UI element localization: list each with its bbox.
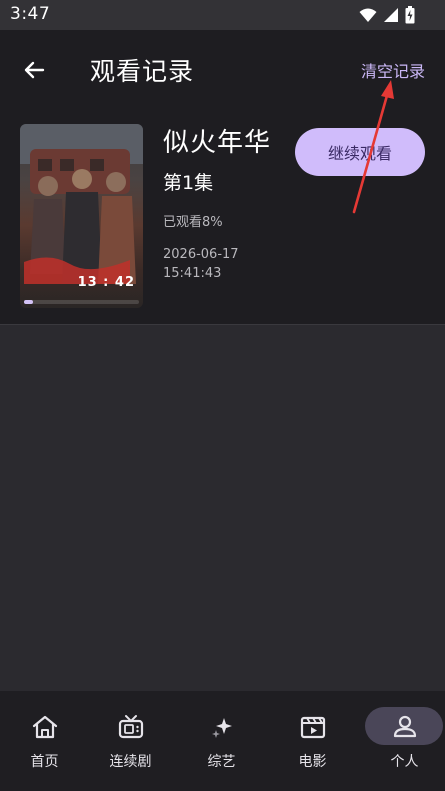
watch-time: 15:41:43 bbox=[163, 266, 222, 281]
playback-progress-track bbox=[24, 300, 139, 304]
clear-history-button[interactable]: 清空记录 bbox=[361, 58, 425, 82]
nav-tab-home[interactable]: 首页 bbox=[0, 691, 89, 791]
nav-tab-variety[interactable]: 综艺 bbox=[177, 691, 266, 791]
back-button[interactable] bbox=[20, 56, 48, 84]
nav-tab-profile[interactable]: 个人 bbox=[360, 691, 445, 791]
arrow-left-icon bbox=[24, 61, 45, 79]
history-list-item[interactable]: 13 : 42 似火年华 第1集 已观看8% 2026-06-17 15:41:… bbox=[0, 110, 445, 325]
nav-label-home: 首页 bbox=[30, 754, 59, 770]
show-title: 似火年华 bbox=[163, 128, 272, 158]
poster-thumbnail[interactable]: 13 : 42 bbox=[20, 124, 143, 308]
nav-label-profile: 个人 bbox=[390, 754, 419, 770]
watch-progress-text: 已观看8% bbox=[163, 215, 223, 230]
app-header: 观看记录 清空记录 bbox=[0, 30, 445, 110]
nav-tab-series[interactable]: 连续剧 bbox=[86, 691, 175, 791]
page-title: 观看记录 bbox=[90, 57, 195, 86]
home-icon bbox=[31, 713, 59, 741]
nav-label-series: 连续剧 bbox=[109, 754, 152, 770]
bottom-navigation: 首页 连续剧 综艺 电影 个人 bbox=[0, 691, 445, 791]
status-bar: 3:47 bbox=[0, 0, 445, 30]
battery-icon bbox=[405, 6, 415, 24]
nav-label-variety: 综艺 bbox=[207, 754, 236, 770]
sparkle-icon bbox=[208, 713, 236, 741]
episode-label: 第1集 bbox=[163, 172, 214, 194]
person-icon bbox=[391, 713, 419, 741]
nav-label-movies: 电影 bbox=[298, 754, 327, 770]
watch-date: 2026-06-17 bbox=[163, 247, 239, 262]
status-icons bbox=[359, 6, 415, 24]
status-time: 3:47 bbox=[10, 4, 51, 24]
nav-tab-movies[interactable]: 电影 bbox=[268, 691, 357, 791]
playback-progress-fill bbox=[24, 300, 34, 304]
continue-watching-button[interactable]: 继续观看 bbox=[295, 128, 425, 176]
wifi-icon bbox=[359, 8, 377, 22]
signal-icon bbox=[384, 8, 398, 22]
playback-duration: 13 : 42 bbox=[77, 275, 135, 290]
clapperboard-icon bbox=[299, 713, 327, 741]
tv-icon bbox=[117, 713, 145, 741]
